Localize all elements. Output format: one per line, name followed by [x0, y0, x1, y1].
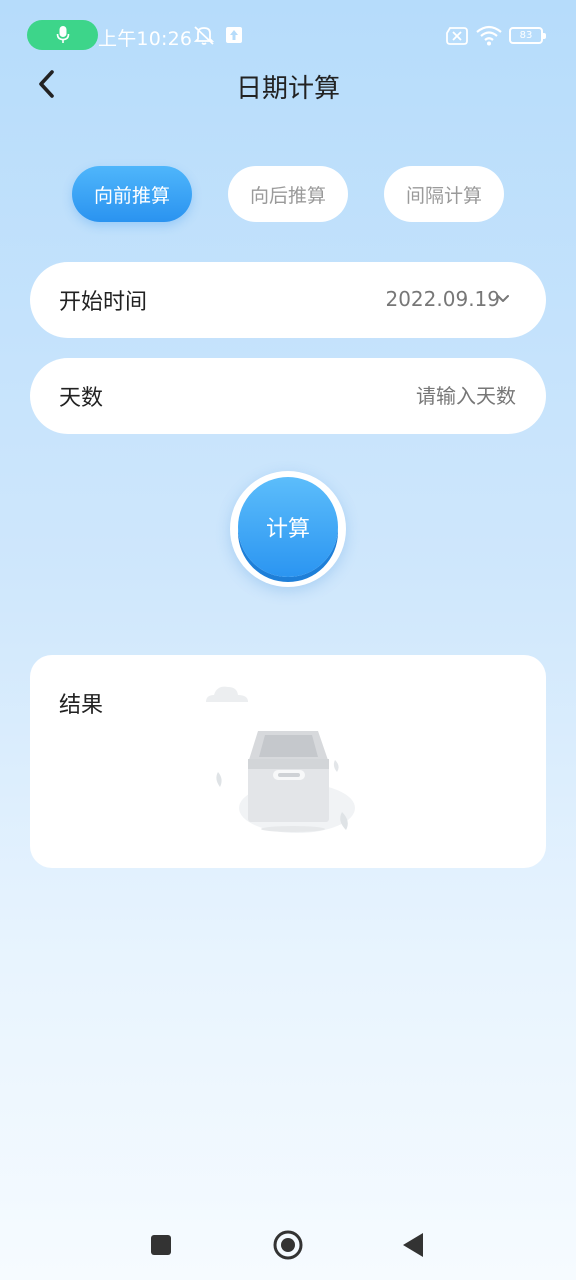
mic-icon: [56, 26, 69, 43]
calculate-button[interactable]: 计算: [230, 471, 346, 587]
days-input[interactable]: [276, 376, 516, 416]
upload-icon: [226, 27, 242, 43]
tab-forward[interactable]: 向前推算: [72, 166, 192, 222]
start-time-label: 开始时间: [59, 290, 148, 315]
start-time-row[interactable]: 开始时间 2022.09.19: [30, 262, 546, 338]
result-card: 结果: [30, 655, 546, 868]
home-icon[interactable]: [272, 1229, 304, 1261]
days-row: 天数: [30, 358, 546, 434]
mic-indicator[interactable]: [27, 20, 98, 50]
recent-apps-icon[interactable]: [150, 1234, 172, 1256]
result-label: 结果: [59, 693, 104, 718]
start-time-value[interactable]: 2022.09.19: [385, 287, 500, 311]
chevron-down-icon[interactable]: [496, 292, 510, 306]
status-bar: 上午10:26 83: [0, 0, 576, 70]
empty-box-icon: [206, 686, 355, 833]
battery-icon: 83: [509, 27, 546, 44]
tab-interval[interactable]: 间隔计算: [384, 166, 504, 222]
calculate-button-label: 计算: [238, 477, 338, 577]
status-time: 上午10:26: [98, 28, 193, 50]
back-triangle-icon[interactable]: [401, 1232, 425, 1258]
days-label: 天数: [59, 386, 104, 411]
wifi-icon: [476, 25, 502, 46]
sim-x-icon: [446, 27, 468, 45]
page-title: 日期计算: [235, 74, 340, 104]
mute-bell-icon: [193, 26, 215, 45]
tab-backward[interactable]: 向后推算: [228, 166, 348, 222]
